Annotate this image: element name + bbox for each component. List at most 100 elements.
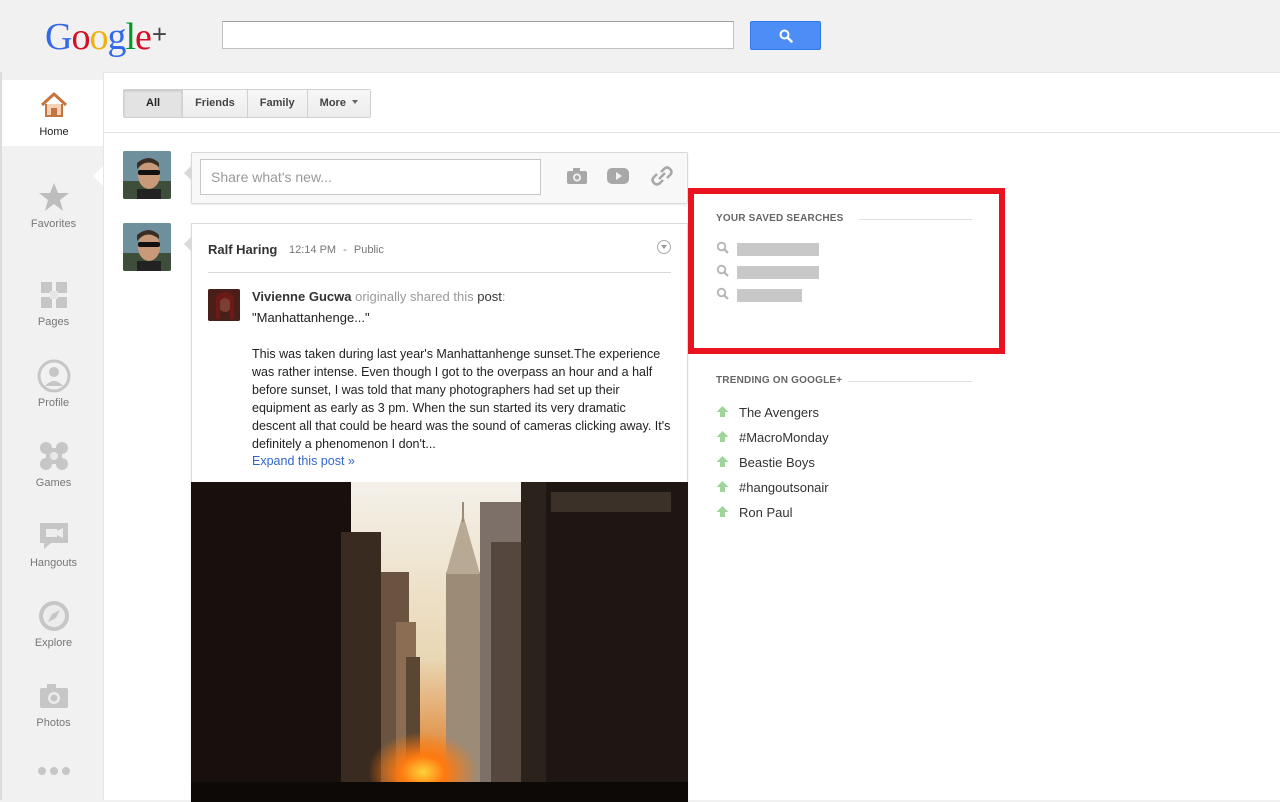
left-nav: Home Favorites Pages Profile Games Hango… xyxy=(0,72,106,800)
shared-line: Vivienne Gucwa originally shared this po… xyxy=(252,289,505,304)
tab-all[interactable]: All xyxy=(124,90,184,117)
logo-letter: o xyxy=(71,16,90,58)
tab-more[interactable]: More xyxy=(307,90,370,117)
logo-letter: G xyxy=(45,16,72,58)
tab-family[interactable]: Family xyxy=(247,90,308,117)
main-content: All Friends Family More Share what's new… xyxy=(103,72,1280,802)
tab-label: Friends xyxy=(195,97,235,109)
trending-item[interactable]: The Avengers xyxy=(716,403,996,428)
nav-item-explore[interactable]: Explore xyxy=(2,599,105,669)
nav-item-home[interactable]: Home xyxy=(2,80,106,146)
trending-item[interactable]: Ron Paul xyxy=(716,503,996,528)
google-plus-logo[interactable]: Google+ xyxy=(45,14,167,58)
highlight-annotation xyxy=(688,188,1005,354)
tab-label: All xyxy=(146,97,161,109)
header-divider xyxy=(104,132,1280,133)
post-time[interactable]: 12:14 PM xyxy=(289,244,336,256)
post-body: This was taken during last year's Manhat… xyxy=(252,347,671,451)
trending-label: Beastie Boys xyxy=(739,455,815,470)
camera-icon[interactable] xyxy=(565,166,589,186)
logo-letter: g xyxy=(107,16,126,58)
stream-filter-bar: All Friends Family More xyxy=(123,89,371,118)
logo-letter: e xyxy=(135,16,152,58)
avatar[interactable] xyxy=(123,223,171,271)
post-divider xyxy=(208,272,671,273)
nav-item-favorites[interactable]: Favorites xyxy=(2,180,105,250)
section-title: TRENDING ON GOOGLE+ xyxy=(716,375,843,386)
avatar[interactable] xyxy=(123,151,171,199)
nav-label: Favorites xyxy=(30,218,77,230)
search-input[interactable] xyxy=(222,21,734,49)
nav-label: Explore xyxy=(34,637,73,649)
meta-separator: - xyxy=(343,244,347,256)
original-author-avatar[interactable] xyxy=(208,289,240,321)
trending-label: The Avengers xyxy=(739,405,819,420)
post-meta: 12:14 PM - Public xyxy=(289,244,384,256)
compass-icon xyxy=(38,601,69,631)
trending-up-arrow-icon xyxy=(716,481,729,492)
trending-up-arrow-icon xyxy=(716,406,729,417)
post-quote: "Manhattanhenge..." xyxy=(252,310,370,325)
shared-post-link[interactable]: post xyxy=(477,289,502,304)
trending-up-arrow-icon xyxy=(716,506,729,517)
shared-suffix: : xyxy=(501,289,506,304)
nav-item-hangouts[interactable]: Hangouts xyxy=(2,519,105,589)
avatar-image xyxy=(123,151,171,199)
trending-up-arrow-icon xyxy=(716,456,729,467)
trending-label: #MacroMonday xyxy=(739,430,829,445)
search-button[interactable] xyxy=(750,21,821,50)
post-author[interactable]: Ralf Haring xyxy=(208,242,277,257)
nav-item-profile[interactable]: Profile xyxy=(2,359,105,429)
home-icon xyxy=(40,92,68,117)
camera-icon xyxy=(39,684,68,708)
logo-letter: l xyxy=(125,16,136,58)
post-options-button[interactable] xyxy=(657,240,671,254)
tab-friends[interactable]: Friends xyxy=(183,90,248,117)
avatar-image xyxy=(208,289,240,321)
tab-label: More xyxy=(319,97,346,109)
more-dots-icon xyxy=(37,767,70,775)
profile-icon xyxy=(37,359,70,393)
post-visibility[interactable]: Public xyxy=(354,244,384,256)
trending-label: Ron Paul xyxy=(739,505,793,520)
trending-item[interactable]: #MacroMonday xyxy=(716,428,996,453)
logo-plus: + xyxy=(151,19,167,49)
nav-label: Profile xyxy=(37,397,70,409)
link-icon[interactable] xyxy=(650,166,674,186)
post-photo[interactable] xyxy=(191,482,688,802)
trending-item[interactable]: #hangoutsonair xyxy=(716,478,996,503)
nav-item-games[interactable]: Games xyxy=(2,439,105,509)
share-input[interactable] xyxy=(200,159,541,195)
nav-more[interactable] xyxy=(2,766,105,786)
nav-label: Games xyxy=(35,477,72,489)
trending-up-arrow-icon xyxy=(716,431,729,442)
original-author-name[interactable]: Vivienne Gucwa xyxy=(252,289,351,304)
expand-post-link[interactable]: Expand this post » xyxy=(252,454,355,468)
top-bar: Google+ xyxy=(0,0,1280,72)
trending-item[interactable]: Beastie Boys xyxy=(716,453,996,478)
shared-text: originally shared this xyxy=(355,289,474,304)
avatar-image xyxy=(123,223,171,271)
post-card: Ralf Haring 12:14 PM - Public Vivienne G… xyxy=(184,223,688,802)
section-rule xyxy=(848,381,972,382)
hangouts-icon xyxy=(39,523,68,549)
logo-letter: o xyxy=(89,16,108,58)
chevron-down-icon xyxy=(351,100,358,104)
star-icon xyxy=(38,183,69,211)
trending-panel: TRENDING ON GOOGLE+ The Avengers #MacroM… xyxy=(716,375,996,528)
nav-label: Hangouts xyxy=(29,557,78,569)
nav-item-pages[interactable]: Pages xyxy=(2,278,105,348)
share-box xyxy=(184,152,688,204)
video-icon[interactable] xyxy=(606,166,630,186)
nav-label: Photos xyxy=(36,717,71,729)
nav-label: Pages xyxy=(37,316,70,328)
manhattanhenge-photo xyxy=(191,482,688,802)
trending-heading: TRENDING ON GOOGLE+ xyxy=(716,375,996,386)
pages-icon xyxy=(40,282,67,308)
trending-label: #hangoutsonair xyxy=(739,480,829,495)
games-icon xyxy=(39,442,68,470)
search-icon xyxy=(779,29,793,43)
nav-label: Home xyxy=(39,126,69,138)
tab-label: Family xyxy=(259,97,295,109)
nav-item-photos[interactable]: Photos xyxy=(2,679,105,749)
